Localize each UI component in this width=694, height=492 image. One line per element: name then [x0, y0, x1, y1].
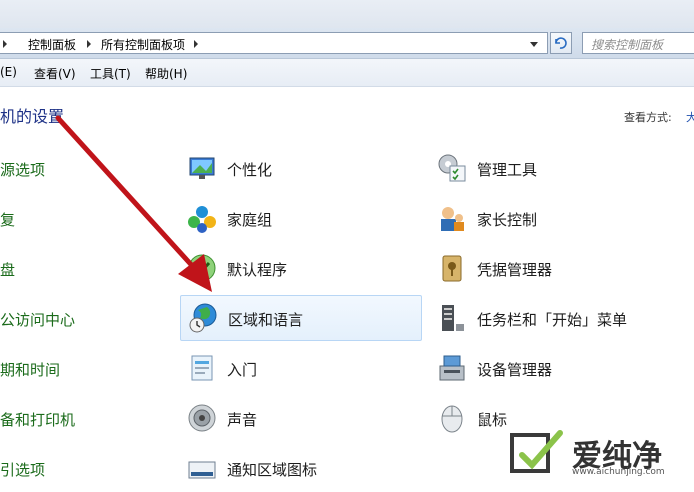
aichunjing-logo-icon: [510, 430, 563, 473]
watermark-logo: 爱纯净 www.aichunjing.com: [502, 425, 694, 483]
watermark-url: www.aichunjing.com: [572, 467, 665, 477]
annotation-arrow: [55, 115, 212, 292]
